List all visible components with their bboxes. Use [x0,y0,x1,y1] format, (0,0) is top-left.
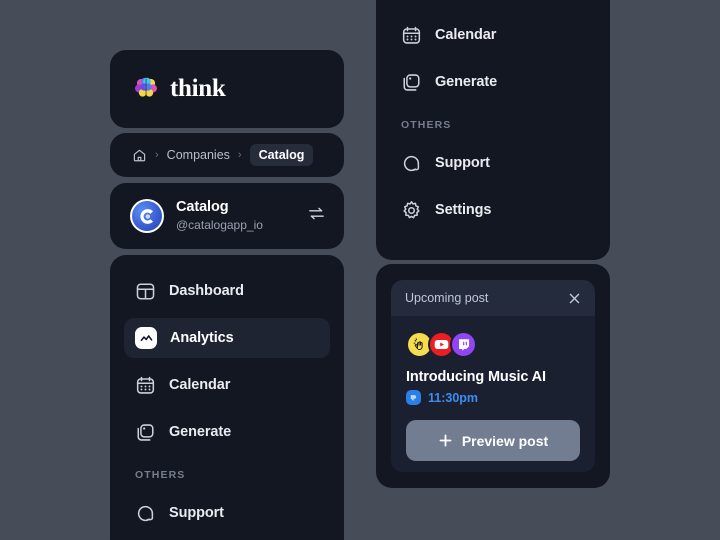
dashboard-icon [135,281,156,302]
sidebar-item-label: Calendar [169,377,231,393]
upcoming-post-title: Upcoming post [405,291,489,305]
upcoming-post-body: Introducing Music AI 11:30pm Preview pos… [391,316,595,461]
preview-post-label: Preview post [461,432,549,449]
home-icon[interactable] [132,148,147,163]
sidebar-item-support[interactable]: Support [124,493,330,533]
account-name: Catalog [176,198,229,215]
sidebar-item-label: Support [435,155,490,171]
brand-logo-row[interactable]: think [133,75,226,103]
calendar-icon [135,375,156,396]
brand-panel: think [110,50,344,128]
sidebar-item-label: Dashboard [169,283,244,299]
catalog-logo-icon [132,201,162,231]
sidebar-item-analytics[interactable]: Analytics [124,318,330,358]
calendar-icon [401,25,422,46]
sidebar-item-dashboard[interactable]: Dashboard [124,271,330,311]
upcoming-post-card: Upcoming post Introducing Music AI 11:30… [391,280,595,472]
post-time: 11:30pm [428,390,479,405]
account-switcher-panel[interactable]: Catalog @catalogapp_io [110,183,344,249]
settings-gear-icon [401,200,422,221]
brain-icon [133,76,159,102]
avatar [130,199,164,233]
platform-badge-icon [406,390,421,405]
sidebar-item-label: Analytics [170,330,234,346]
platform-badges [406,331,580,358]
brand-name: think [170,75,226,102]
sidebar-nav-panel-secondary: Dashboard Analytics Calendar [376,0,610,260]
breadcrumb-panel: › Companies › Catalog [110,133,344,177]
twitch-icon [450,331,477,358]
support-icon [401,153,422,174]
sidebar-item-analytics[interactable]: Analytics [390,0,596,8]
close-icon[interactable] [568,292,581,305]
account-text: Catalog @catalogapp_io [176,198,307,234]
generate-icon [135,422,156,443]
upcoming-post-header: Upcoming post [391,280,595,316]
post-schedule-row: 11:30pm [406,390,580,405]
nav-section-title-others: OTHERS [401,119,452,131]
sidebar-item-support[interactable]: Support [390,143,596,183]
nav-section-title-others: OTHERS [135,469,186,481]
preview-post-button[interactable]: Preview post [406,420,580,461]
breadcrumb-item-catalog[interactable]: Catalog [249,144,314,166]
switch-account-icon[interactable] [307,204,326,228]
sidebar-item-calendar[interactable]: Calendar [124,365,330,405]
analytics-icon [135,327,157,349]
upcoming-post-panel: Upcoming post Introducing Music AI 11:30… [376,264,610,488]
sidebar-item-generate[interactable]: Generate [390,62,596,102]
sidebar-item-generate[interactable]: Generate [124,412,330,452]
account-handle: @catalogapp_io [176,218,263,233]
sidebar-item-label: Generate [169,424,232,440]
support-icon [135,503,156,524]
sidebar-nav-panel: Dashboard Analytics Calendar Generate OT… [110,255,344,540]
breadcrumb-item-companies[interactable]: Companies [167,148,230,162]
sidebar-item-settings[interactable]: Settings [390,190,596,230]
app-canvas: think › Companies › Catalog Catalog @cat… [0,0,720,540]
sidebar-item-label: Calendar [435,27,497,43]
sidebar-item-label: Generate [435,74,498,90]
sidebar-item-calendar[interactable]: Calendar [390,15,596,55]
plus-icon [438,433,453,448]
breadcrumb-separator-2: › [237,148,242,161]
post-title: Introducing Music AI [406,369,546,385]
generate-icon [401,72,422,93]
breadcrumb: › Companies › Catalog [132,144,314,166]
breadcrumb-separator-1: › [155,148,159,161]
sidebar-item-label: Settings [435,202,492,218]
sidebar-item-label: Support [169,505,224,521]
